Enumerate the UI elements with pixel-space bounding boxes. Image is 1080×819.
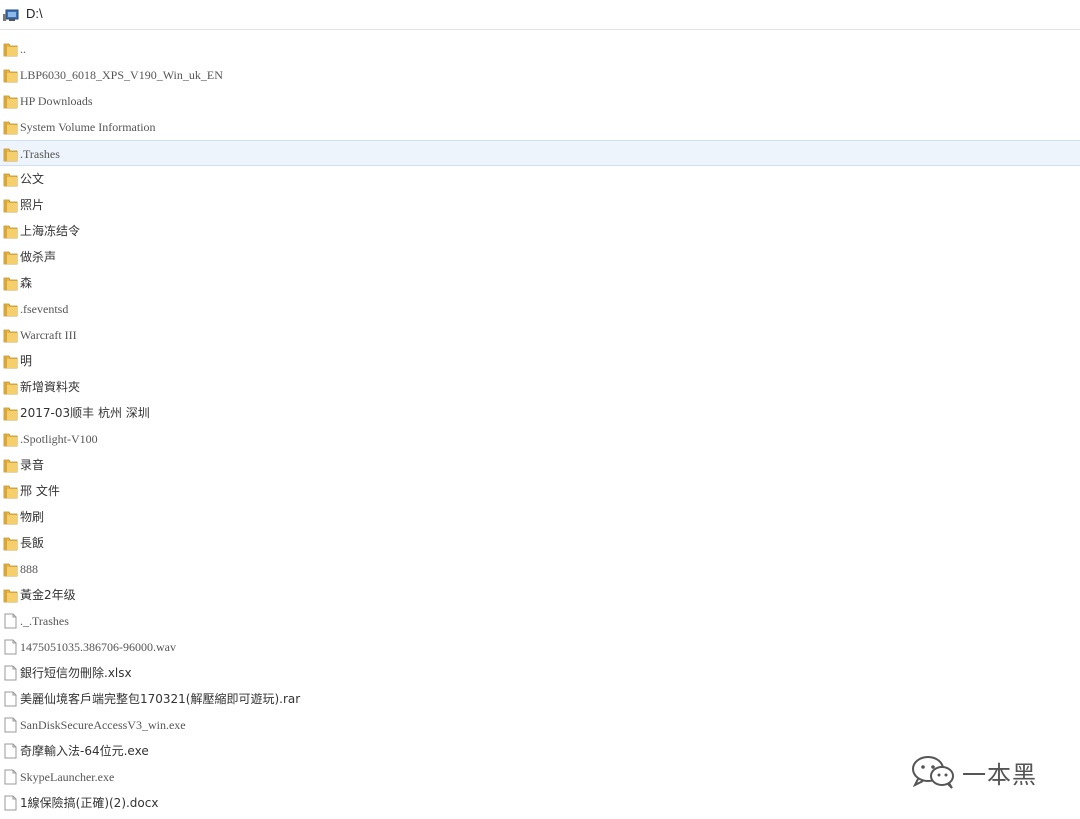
folder-row[interactable]: HP Downloads: [0, 88, 1080, 114]
folder-icon: [3, 146, 18, 162]
file-row[interactable]: 1475051035.386706-96000.wav: [0, 634, 1080, 660]
folder-icon: [3, 431, 18, 447]
folder-row[interactable]: 上海冻结令: [0, 218, 1080, 244]
folder-row[interactable]: .Spotlight-V100: [0, 426, 1080, 452]
row-label: SanDiskSecureAccessV3_win.exe: [20, 718, 186, 732]
file-row[interactable]: 銀行短信勿刪除.xlsx: [0, 660, 1080, 686]
row-label: 新增資料夾: [20, 380, 81, 394]
row-label: ._.Trashes: [20, 614, 69, 628]
folder-row[interactable]: 888: [0, 556, 1080, 582]
row-label: LBP6030_6018_XPS_V190_Win_uk_EN: [20, 68, 223, 82]
folder-icon: [3, 67, 18, 83]
file-list: .. LBP6030_6018_XPS_V190_Win_uk_EN HP Down…: [0, 36, 1080, 816]
row-label: HP Downloads: [20, 94, 93, 108]
folder-icon: [3, 535, 18, 551]
row-label: 1線保險搞(正確)(2).docx: [20, 796, 159, 810]
file-row[interactable]: 1線保險搞(正確)(2).docx: [0, 790, 1080, 816]
folder-icon: [3, 379, 18, 395]
file-row[interactable]: SanDiskSecureAccessV3_win.exe: [0, 712, 1080, 738]
file-icon: [3, 613, 18, 629]
file-row[interactable]: 美麗仙境客戶端完整包170321(解壓縮即可遊玩).rar: [0, 686, 1080, 712]
folder-icon: [3, 483, 18, 499]
file-icon: [3, 691, 18, 707]
folder-icon: [3, 41, 18, 57]
folder-row[interactable]: System Volume Information: [0, 114, 1080, 140]
folder-icon: [3, 509, 18, 525]
folder-row[interactable]: 黃金2年级: [0, 582, 1080, 608]
file-icon: [3, 665, 18, 681]
row-label: 物刷: [20, 510, 45, 524]
row-label: 明: [20, 354, 33, 368]
folder-icon: [3, 353, 18, 369]
address-path: D:\: [26, 6, 43, 21]
row-label: 邢 文件: [20, 484, 60, 498]
folder-row[interactable]: 森: [0, 270, 1080, 296]
wechat-icon: [908, 754, 958, 790]
folder-row[interactable]: Warcraft III: [0, 322, 1080, 348]
drive-icon: [3, 8, 19, 22]
folder-icon: [3, 561, 18, 577]
folder-row[interactable]: 新增資料夾: [0, 374, 1080, 400]
folder-row[interactable]: 照片: [0, 192, 1080, 218]
row-label: ..: [20, 42, 26, 56]
folder-row[interactable]: 邢 文件: [0, 478, 1080, 504]
row-label: .Trashes: [20, 147, 60, 161]
folder-row[interactable]: LBP6030_6018_XPS_V190_Win_uk_EN: [0, 62, 1080, 88]
folder-icon: [3, 93, 18, 109]
row-label: 上海冻结令: [20, 224, 81, 238]
folder-row[interactable]: .Trashes: [0, 140, 1080, 166]
row-label: Warcraft III: [20, 328, 77, 342]
folder-icon: [3, 223, 18, 239]
file-icon: [3, 743, 18, 759]
folder-icon: [3, 249, 18, 265]
folder-row[interactable]: .fseventsd: [0, 296, 1080, 322]
folder-icon: [3, 197, 18, 213]
folder-icon: [3, 171, 18, 187]
address-bar[interactable]: D:\: [0, 0, 1080, 30]
row-label: System Volume Information: [20, 120, 156, 134]
folder-icon: [3, 327, 18, 343]
file-icon: [3, 769, 18, 785]
file-icon: [3, 639, 18, 655]
file-icon: [3, 795, 18, 811]
folder-icon: [3, 457, 18, 473]
folder-icon: [3, 119, 18, 135]
row-label: 照片: [20, 198, 45, 212]
folder-icon: [3, 405, 18, 421]
folder-row[interactable]: 做杀声: [0, 244, 1080, 270]
watermark-text: 一本黑: [962, 760, 1037, 789]
row-label: 黃金2年级: [20, 588, 76, 602]
row-label: SkypeLauncher.exe: [20, 770, 115, 784]
row-label: 奇摩輸入法-64位元.exe: [20, 744, 149, 758]
folder-row[interactable]: 2017-03顺丰 杭州 深圳: [0, 400, 1080, 426]
folder-row[interactable]: ..: [0, 36, 1080, 62]
row-label: 录音: [20, 458, 45, 472]
row-label: 銀行短信勿刪除.xlsx: [20, 666, 132, 680]
file-row[interactable]: ._.Trashes: [0, 608, 1080, 634]
folder-row[interactable]: 長飯: [0, 530, 1080, 556]
row-label: 2017-03顺丰 杭州 深圳: [20, 406, 150, 420]
folder-icon: [3, 275, 18, 291]
folder-row[interactable]: 物刷: [0, 504, 1080, 530]
row-label: 森: [20, 276, 33, 290]
row-label: 美麗仙境客戶端完整包170321(解壓縮即可遊玩).rar: [20, 692, 301, 706]
folder-row[interactable]: 明: [0, 348, 1080, 374]
row-label: 做杀声: [20, 250, 57, 264]
row-label: 公文: [20, 172, 45, 186]
folder-icon: [3, 587, 18, 603]
row-label: 888: [20, 562, 38, 576]
row-label: .fseventsd: [20, 302, 69, 316]
folder-icon: [3, 301, 18, 317]
folder-row[interactable]: 公文: [0, 166, 1080, 192]
row-label: 1475051035.386706-96000.wav: [20, 640, 176, 654]
folder-row[interactable]: 录音: [0, 452, 1080, 478]
row-label: 長飯: [20, 536, 45, 550]
file-icon: [3, 717, 18, 733]
watermark: 一本黑: [908, 754, 1037, 790]
row-label: .Spotlight-V100: [20, 432, 98, 446]
